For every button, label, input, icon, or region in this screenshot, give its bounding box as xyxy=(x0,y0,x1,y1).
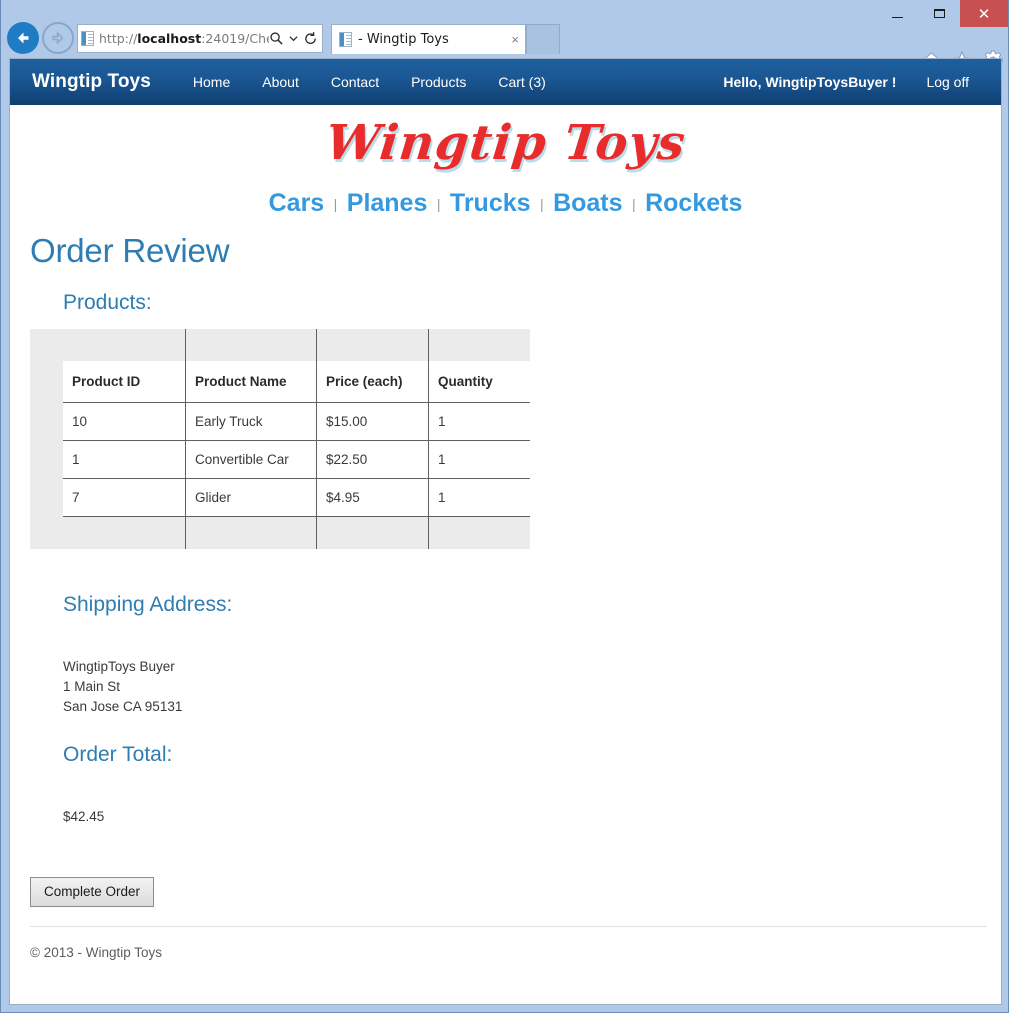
products-table: Product ID Product Name Price (each) Qua… xyxy=(63,361,530,517)
browser-window: ✕ http://localhost:24019/Checkou xyxy=(0,0,1009,1013)
page-viewport: Wingtip Toys Home About Contact Products… xyxy=(9,58,1002,1005)
chevron-down-icon[interactable] xyxy=(284,34,303,43)
page-title: Order Review xyxy=(30,232,230,269)
cell-price: $4.95 xyxy=(316,478,428,517)
back-arrow-icon xyxy=(18,32,29,44)
tab-page-icon xyxy=(339,32,352,47)
search-icon[interactable] xyxy=(269,31,284,46)
site-page-icon xyxy=(81,31,94,46)
table-row: 1 Convertible Car $22.50 1 xyxy=(63,440,530,479)
cell-product-name: Glider xyxy=(185,478,316,517)
minimize-icon xyxy=(891,17,903,18)
column-divider xyxy=(428,329,429,549)
greeting-link[interactable]: Hello, WingtipToysBuyer ! xyxy=(709,74,910,90)
nav-link-cart[interactable]: Cart (3) xyxy=(482,74,561,90)
log-off-link[interactable]: Log off xyxy=(910,74,985,90)
category-separator: | xyxy=(436,196,441,212)
nav-link-contact[interactable]: Contact xyxy=(315,74,395,90)
footer-copyright: © 2013 - Wingtip Toys xyxy=(30,944,163,960)
cell-quantity: 1 xyxy=(428,402,530,441)
order-total-value: $42.45 xyxy=(63,808,105,824)
cell-product-id: 10 xyxy=(63,402,185,441)
table-row: 10 Early Truck $15.00 1 xyxy=(63,402,530,441)
site-navbar: Wingtip Toys Home About Contact Products… xyxy=(10,59,1001,105)
table-bottom-spacer xyxy=(30,517,530,549)
tab-title: - Wingtip Toys xyxy=(358,32,449,47)
category-link-boats[interactable]: Boats xyxy=(553,189,622,217)
column-header-product-id: Product ID xyxy=(63,361,185,403)
category-separator: | xyxy=(632,196,636,212)
url-text: http://localhost:24019/Checkou xyxy=(99,31,269,46)
category-link-trucks[interactable]: Trucks xyxy=(450,189,531,217)
refresh-icon[interactable] xyxy=(303,31,318,46)
category-link-cars[interactable]: Cars xyxy=(269,189,325,217)
shipping-address-block: WingtipToys Buyer 1 Main St San Jose CA … xyxy=(63,657,987,717)
category-link-rockets[interactable]: Rockets xyxy=(645,189,742,217)
column-header-price: Price (each) xyxy=(316,361,428,403)
address-line-name: WingtipToys Buyer xyxy=(63,659,175,674)
navigation-buttons xyxy=(7,22,74,54)
column-header-product-name: Product Name xyxy=(185,361,316,403)
cell-product-id: 7 xyxy=(63,478,185,517)
browser-tab[interactable]: - Wingtip Toys × xyxy=(331,24,526,54)
tab-strip: - Wingtip Toys × xyxy=(331,24,560,56)
address-line-city: San Jose CA 95131 xyxy=(63,698,183,714)
column-header-quantity: Quantity xyxy=(428,361,530,403)
nav-link-about[interactable]: About xyxy=(246,74,315,90)
cell-price: $15.00 xyxy=(316,402,428,441)
site-logo[interactable]: Wingtip Toys xyxy=(323,115,688,171)
account-nav: Hello, WingtipToysBuyer ! Log off xyxy=(709,74,985,90)
primary-nav: Wingtip Toys Home About Contact Products… xyxy=(32,71,562,93)
category-separator: | xyxy=(539,196,544,212)
logo-area: Wingtip Toys xyxy=(10,105,1001,189)
cell-product-name: Early Truck xyxy=(185,402,316,441)
back-button[interactable] xyxy=(7,22,39,54)
order-total-heading: Order Total: xyxy=(63,742,173,766)
brand-link[interactable]: Wingtip Toys xyxy=(32,71,151,93)
cell-price: $22.50 xyxy=(316,440,428,479)
forward-button[interactable] xyxy=(42,22,74,54)
browser-chrome: http://localhost:24019/Checkou - Wingtip… xyxy=(1,22,1009,70)
category-nav: Cars | Planes | Trucks | Boats | Rockets xyxy=(10,189,1001,234)
maximize-icon xyxy=(933,9,945,18)
forward-arrow-icon xyxy=(52,31,64,45)
cell-quantity: 1 xyxy=(428,440,530,479)
cell-product-id: 1 xyxy=(63,440,185,479)
cell-product-name: Convertible Car xyxy=(185,440,316,479)
tab-close-icon[interactable]: × xyxy=(511,32,519,47)
column-divider xyxy=(185,329,186,549)
new-tab-button[interactable] xyxy=(526,24,560,54)
products-table-container: Product ID Product Name Price (each) Qua… xyxy=(30,329,530,549)
products-heading: Products: xyxy=(63,291,152,314)
address-line-street: 1 Main St xyxy=(63,678,121,694)
shipping-address-heading: Shipping Address: xyxy=(63,593,233,616)
page-body: Order Review Products: Product ID Produc… xyxy=(10,234,1001,960)
table-header-row: Product ID Product Name Price (each) Qua… xyxy=(63,361,530,403)
column-divider xyxy=(316,329,317,549)
cell-quantity: 1 xyxy=(428,478,530,517)
category-separator: | xyxy=(333,196,338,212)
address-bar[interactable]: http://localhost:24019/Checkou xyxy=(77,24,323,53)
close-icon: ✕ xyxy=(977,4,991,23)
nav-link-home[interactable]: Home xyxy=(177,74,246,90)
table-row: 7 Glider $4.95 1 xyxy=(63,478,530,517)
table-top-spacer xyxy=(30,329,530,361)
complete-order-button[interactable]: Complete Order xyxy=(30,876,155,907)
nav-link-products[interactable]: Products xyxy=(395,74,482,90)
category-link-planes[interactable]: Planes xyxy=(347,189,428,217)
